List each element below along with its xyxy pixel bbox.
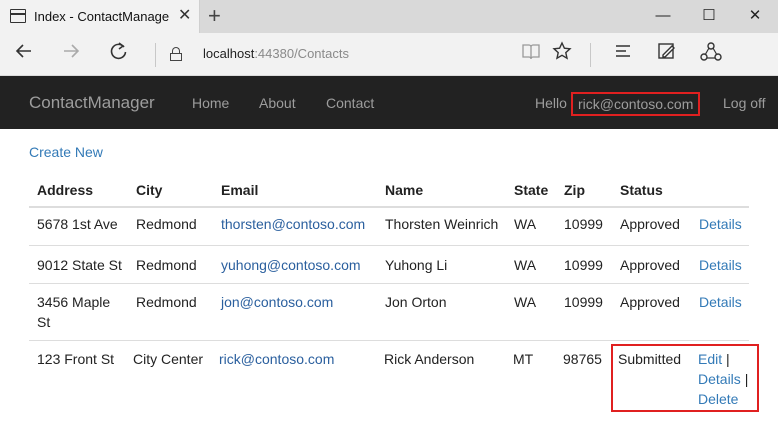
divider	[155, 43, 156, 67]
state-cell: WA	[514, 216, 537, 232]
web-note-icon[interactable]	[653, 41, 681, 69]
state-cell: WA	[514, 257, 537, 273]
state-cell: WA	[514, 294, 537, 310]
divider	[590, 43, 591, 67]
refresh-icon[interactable]	[105, 41, 133, 69]
zip-cell: 98765	[563, 351, 602, 367]
city-cell: Redmond	[136, 294, 197, 310]
window-close-icon[interactable]: ✕	[732, 0, 778, 33]
name-cell: Jon Orton	[385, 294, 447, 310]
create-new-link[interactable]: Create New	[29, 144, 103, 160]
maximize-icon[interactable]: ☐	[686, 0, 732, 33]
address-cell: 9012 State St	[37, 257, 122, 273]
minimize-icon[interactable]: —	[640, 0, 686, 33]
status-cell: Approved	[620, 216, 680, 232]
reading-view-icon[interactable]	[517, 41, 545, 69]
browser-tabstrip: Index - ContactManage ✕ + — ☐ ✕	[0, 0, 778, 33]
hub-icon[interactable]	[609, 41, 637, 69]
site-navbar: ContactManager Home About Contact Hello …	[0, 76, 778, 129]
address-bar-row: localhost:44380/Contacts	[0, 33, 778, 76]
column-header: State	[514, 182, 549, 198]
name-cell: Rick Anderson	[384, 351, 475, 367]
column-header: Zip	[564, 182, 585, 198]
address-cell: 3456 Maple	[37, 294, 111, 310]
city-cell: City Center	[133, 351, 204, 367]
email-link[interactable]: rick@contoso.com	[219, 349, 334, 369]
share-icon[interactable]	[697, 41, 725, 69]
table-row: 9012 State St Redmond yuhong@contoso.com…	[29, 245, 749, 283]
details-link[interactable]: Details	[699, 214, 742, 234]
city-cell: Redmond	[136, 216, 197, 232]
email-link[interactable]: thorsten@contoso.com	[221, 214, 365, 234]
column-header: Status	[620, 182, 663, 198]
page-icon	[10, 9, 26, 23]
details-link[interactable]: Details	[699, 255, 742, 275]
name-cell: Yuhong Li	[385, 257, 448, 273]
tab-title: Index - ContactManage	[34, 9, 170, 24]
status-cell: Approved	[620, 257, 680, 273]
column-header: Name	[385, 182, 424, 198]
back-icon[interactable]	[10, 41, 38, 69]
table-row: 3456 Maple St Redmond jon@contoso.com Jo…	[29, 283, 749, 340]
zip-cell: 10999	[564, 257, 603, 273]
forward-icon[interactable]	[57, 41, 85, 69]
name-cell: Thorsten Weinrich	[385, 216, 499, 232]
table-header: Address City Email Name State Zip Status	[29, 170, 749, 208]
lock-icon[interactable]	[170, 47, 182, 61]
state-cell: MT	[513, 351, 534, 367]
status-cell: Approved	[620, 294, 680, 310]
address-cell: 123 Front St	[37, 351, 115, 367]
email-link[interactable]: jon@contoso.com	[221, 292, 333, 312]
table-row: 5678 1st Ave Redmond thorsten@contoso.co…	[29, 208, 749, 245]
hello-label: Hello	[535, 95, 567, 111]
logoff-link[interactable]: Log off	[723, 95, 766, 111]
zip-cell: 10999	[564, 216, 603, 232]
column-header: City	[136, 182, 163, 198]
brand-link[interactable]: ContactManager	[29, 93, 155, 113]
city-cell: Redmond	[136, 257, 197, 273]
zip-cell: 10999	[564, 294, 603, 310]
favorite-star-icon[interactable]	[548, 41, 576, 69]
nav-about-link[interactable]: About	[259, 95, 296, 111]
nav-home-link[interactable]: Home	[192, 95, 229, 111]
address-cell-line2: St	[37, 314, 51, 330]
address-input[interactable]: localhost:44380/Contacts	[203, 46, 349, 61]
address-cell: 5678 1st Ave	[37, 216, 118, 232]
column-header: Address	[37, 182, 94, 198]
browser-tab[interactable]: Index - ContactManage ✕	[0, 0, 200, 33]
new-tab-icon[interactable]: +	[208, 4, 221, 28]
user-email-link[interactable]: rick@contoso.com	[571, 92, 701, 116]
nav-contact-link[interactable]: Contact	[326, 95, 374, 111]
tab-close-icon[interactable]: ✕	[178, 6, 191, 26]
details-link[interactable]: Details	[699, 292, 742, 312]
actions-highlight-box	[611, 344, 759, 412]
column-header: Email	[221, 182, 259, 198]
email-link[interactable]: yuhong@contoso.com	[221, 255, 361, 275]
